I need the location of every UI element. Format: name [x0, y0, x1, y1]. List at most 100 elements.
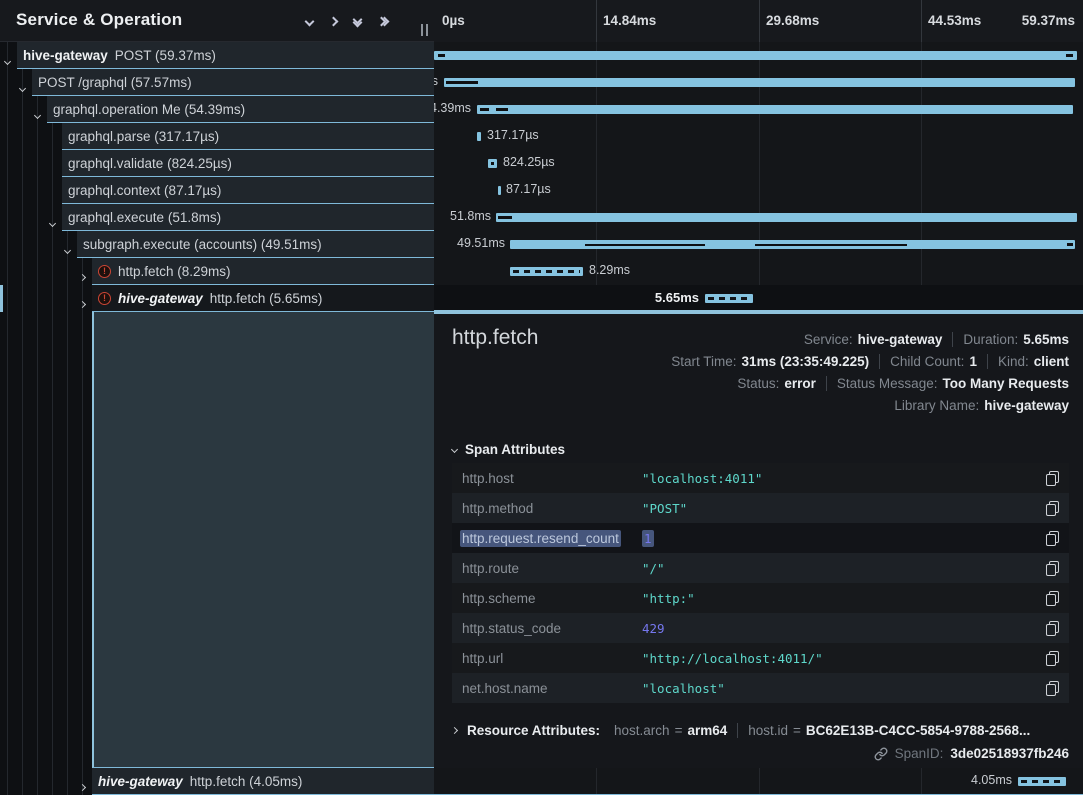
waterfall-row [434, 42, 1083, 69]
tree-row-graphql-validate[interactable]: graphql.validate (824.25µs) [62, 150, 434, 177]
span-bar[interactable] [488, 159, 497, 168]
span-bar[interactable] [477, 105, 1073, 114]
span-bar[interactable] [444, 78, 1075, 87]
attribute-row: http.url "http://localhost:4011/" [452, 643, 1069, 673]
waterfall-row-selected: 5.65ms [434, 285, 1083, 312]
tree-row-subgraph-execute[interactable]: subgraph.execute (accounts) (49.51ms) [77, 231, 434, 258]
attribute-row: http.status_code 429 [452, 613, 1069, 643]
ruler-label: 0µs [442, 0, 465, 42]
chevron-right-icon[interactable] [80, 268, 85, 283]
span-id-value[interactable]: 3de02518937fb246 [950, 746, 1069, 761]
attribute-row-highlighted: http.request.resend_count 1 [452, 523, 1069, 553]
meta-value: 1 [969, 354, 977, 369]
ruler-label: 14.84ms [603, 0, 656, 42]
span-label: POST (59.37ms) [115, 48, 216, 63]
resource-value: arm64 [687, 723, 727, 738]
attribute-value: 1 [642, 531, 1046, 546]
duration-label: 57.57ms [434, 74, 438, 88]
span-label: POST /graphql (57.57ms) [38, 75, 192, 90]
tree-row-http-fetch-4ms[interactable]: hive-gateway http.fetch (4.05ms) [92, 768, 434, 795]
timeline-ruler: 0µs 14.84ms 29.68ms 44.53ms 59.37ms [434, 0, 1083, 42]
waterfall-row: 4.05ms [434, 768, 1083, 795]
tree-row-graphql-context[interactable]: graphql.context (87.17µs) [62, 177, 434, 204]
copy-icon[interactable] [1046, 651, 1059, 666]
chevron-down-icon[interactable] [50, 214, 55, 229]
span-bar[interactable] [705, 294, 753, 303]
tree-row-http-fetch-8ms[interactable]: ! http.fetch (8.29ms) [92, 258, 434, 285]
span-id-label: SpanID: [895, 746, 944, 761]
span-title: http.fetch [452, 326, 538, 350]
collapse-one-icon[interactable] [306, 12, 313, 30]
tree-row-hive-gateway-post[interactable]: hive-gateway POST (59.37ms) [17, 42, 434, 69]
span-bar[interactable] [498, 186, 501, 195]
ruler-label: 59.37ms [1022, 0, 1075, 42]
tree-row-graphql-execute[interactable]: graphql.execute (51.8ms) [62, 204, 434, 231]
resource-attributes-row[interactable]: Resource Attributes: host.arch = arm64 h… [452, 716, 1030, 744]
chevron-right-icon[interactable] [80, 778, 85, 793]
copy-icon[interactable] [1046, 531, 1059, 546]
ruler-tick [759, 0, 760, 42]
span-bar[interactable] [1018, 777, 1066, 786]
attribute-key: http.host [462, 471, 642, 486]
indent-guide [37, 42, 38, 795]
chevron-right-icon[interactable] [80, 295, 85, 310]
collapse-all-icon[interactable] [354, 16, 361, 26]
link-icon[interactable] [874, 747, 888, 761]
meta-value: 31ms (23:35:49.225) [742, 354, 870, 369]
tree-row-post-graphql[interactable]: POST /graphql (57.57ms) [32, 69, 434, 96]
meta-value: Too Many Requests [942, 376, 1069, 391]
span-label: http.fetch (5.65ms) [210, 291, 323, 306]
meta-value: 5.65ms [1023, 332, 1069, 347]
panel-resize-handle[interactable] [421, 24, 428, 36]
span-id-footer: SpanID: 3de02518937fb246 [874, 746, 1069, 761]
attribute-row: http.route "/" [452, 553, 1069, 583]
waterfall-row: 87.17µs [434, 177, 1083, 204]
tree-row-http-fetch-5ms-selected[interactable]: ! hive-gateway http.fetch (5.65ms) [92, 285, 434, 312]
waterfall-row: 824.25µs [434, 150, 1083, 177]
chevron-right-icon [451, 726, 458, 733]
tree-row-graphql-parse[interactable]: graphql.parse (317.17µs) [62, 123, 434, 150]
span-label: graphql.operation Me (54.39ms) [53, 102, 245, 117]
meta-value: hive-gateway [858, 332, 943, 347]
tree-row-graphql-operation[interactable]: graphql.operation Me (54.39ms) [47, 96, 434, 123]
chevron-down-icon[interactable] [5, 52, 10, 67]
selected-row-indicator [0, 285, 3, 312]
meta-label: Child Count: [890, 354, 964, 369]
waterfall-row: 57.57ms [434, 69, 1083, 96]
resource-key: host.arch [614, 723, 670, 738]
expand-one-icon[interactable] [330, 12, 337, 30]
attribute-key: http.status_code [462, 621, 642, 636]
copy-icon[interactable] [1046, 621, 1059, 636]
span-bar[interactable] [477, 132, 481, 141]
span-bar[interactable] [434, 51, 1077, 60]
span-label: http.fetch (4.05ms) [190, 774, 303, 789]
meta-label: Kind: [998, 354, 1029, 369]
attribute-value: "/" [642, 561, 1046, 576]
copy-icon[interactable] [1046, 681, 1059, 696]
span-detail-panel: http.fetch Service: hive-gateway Duratio… [434, 312, 1083, 768]
meta-label: Service: [804, 332, 853, 347]
ruler-tick [921, 0, 922, 42]
chevron-down-icon[interactable] [65, 241, 70, 256]
waterfall-row: 8.29ms [434, 258, 1083, 285]
duration-label: 5.65ms [655, 290, 699, 305]
span-bar[interactable] [510, 240, 1075, 249]
attribute-row: http.host "localhost:4011" [452, 463, 1069, 493]
span-bar[interactable] [496, 213, 1077, 222]
span-attributes-header[interactable]: Span Attributes [452, 442, 565, 457]
attribute-key: http.scheme [462, 591, 642, 606]
attributes-table: http.host "localhost:4011" http.method "… [452, 463, 1069, 703]
tree-toolbar [306, 0, 388, 42]
copy-icon[interactable] [1046, 501, 1059, 516]
meta-label: Start Time: [671, 354, 736, 369]
chevron-down-icon[interactable] [20, 79, 25, 94]
expand-all-icon[interactable] [378, 18, 388, 25]
chevron-down-icon[interactable] [35, 106, 40, 121]
chevron-down-icon [451, 446, 458, 453]
copy-icon[interactable] [1046, 591, 1059, 606]
copy-icon[interactable] [1046, 561, 1059, 576]
span-bar[interactable] [510, 267, 583, 276]
attribute-row: http.method "POST" [452, 493, 1069, 523]
copy-icon[interactable] [1046, 471, 1059, 486]
service-name: hive-gateway [98, 774, 183, 789]
